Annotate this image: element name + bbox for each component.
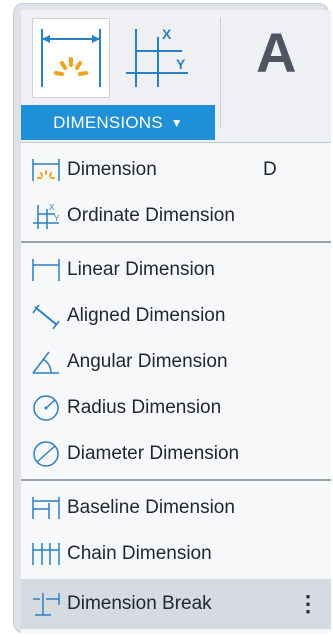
menu-item-aligned-dimension[interactable]: Aligned Dimension [21,293,331,339]
menu-divider [21,479,331,481]
ordinate-dimension-icon: X Y [27,201,65,231]
angular-dimension-icon [27,347,65,377]
menu-item-label: Chain Dimension [67,543,212,564]
panel-label: DIMENSIONS [53,112,163,132]
linear-dimension-icon [27,255,65,285]
ordinate-tool-icon: X Y [126,26,188,87]
menu-item-label: Dimension Break [67,593,212,614]
menu-divider [21,241,331,243]
menu-item-label: Baseline Dimension [67,497,235,518]
radius-dimension-icon [27,393,65,423]
aligned-dimension-icon [27,301,65,331]
dimension-tool-button[interactable] [32,18,110,98]
menu-item-baseline-dimension[interactable]: Baseline Dimension [21,485,331,531]
more-options-icon[interactable]: ⋮ [297,591,319,617]
svg-text:X: X [162,26,172,42]
menu-item-radius-dimension[interactable]: Radius Dimension [21,385,331,431]
menu-item-linear-dimension[interactable]: Linear Dimension [21,247,331,293]
menu-item-ordinate-dimension[interactable]: X Y Ordinate Dimension [21,193,331,239]
menu-item-dimension-break[interactable]: Dimension Break ⋮ [21,579,331,629]
chain-dimension-icon [27,539,65,569]
ribbon-separator [220,18,221,128]
baseline-dimension-icon [27,493,65,523]
dimension-icon [27,155,65,185]
dimension-tool-icon [41,29,101,87]
menu-item-label: Dimension [67,159,157,180]
dimensions-dropdown-menu: Dimension D X Y Ordinate Dimension Linea… [21,142,331,633]
menu-item-chain-dimension[interactable]: Chain Dimension [21,531,331,577]
caret-down-icon: ▼ [170,115,183,130]
svg-text:Y: Y [54,214,60,223]
menu-item-angular-dimension[interactable]: Angular Dimension [21,339,331,385]
svg-text:Y: Y [176,56,186,72]
menu-item-label: Ordinate Dimension [67,205,235,226]
dimension-break-icon [27,589,65,619]
diameter-dimension-icon [27,439,65,469]
menu-item-label: Angular Dimension [67,351,228,372]
menu-item-dimension[interactable]: Dimension D [21,147,331,193]
ordinate-tool-button[interactable]: X Y [118,18,196,98]
menu-item-label: Diameter Dimension [67,443,240,464]
text-tool-button[interactable]: A [256,20,296,85]
menu-item-diameter-dimension[interactable]: Diameter Dimension [21,431,331,477]
dimensions-panel-dropdown[interactable]: DIMENSIONS ▼ [21,105,215,140]
menu-item-label: Linear Dimension [67,259,215,280]
menu-item-label: Aligned Dimension [67,305,226,326]
shortcut-key: D [263,159,277,180]
svg-text:X: X [49,203,55,212]
menu-item-label: Radius Dimension [67,397,222,418]
